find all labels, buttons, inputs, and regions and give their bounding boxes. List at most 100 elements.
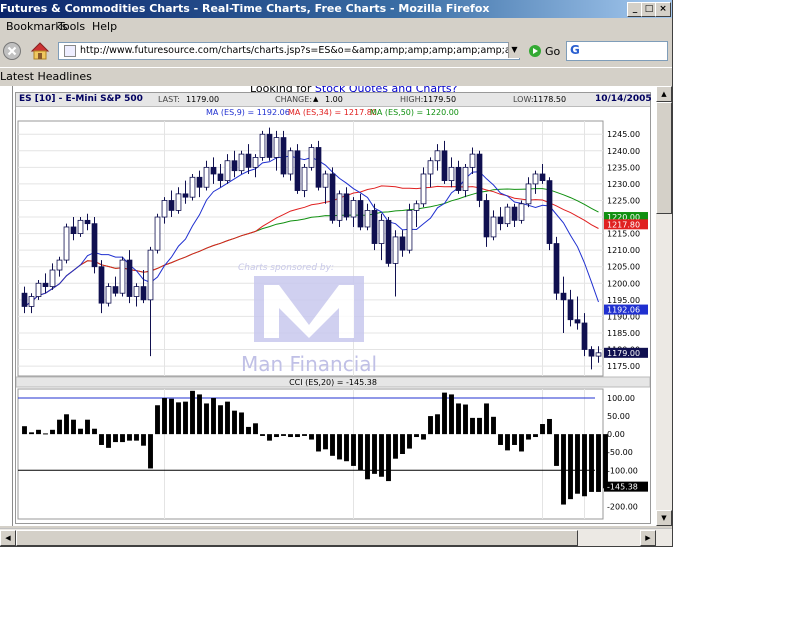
scroll-up-arrow[interactable]: ▲ [656,86,672,102]
candle-body [35,282,42,297]
candle-body [224,160,231,182]
go-button[interactable]: Go [545,45,560,58]
candle-body [476,153,483,201]
cci-plot-frame [17,388,604,520]
cci-bar [141,434,146,446]
cci-bar [484,403,489,435]
candle-body [280,137,287,175]
candlestick [511,203,518,227]
cci-bar [218,405,223,435]
stop-icon[interactable] [2,41,22,61]
horizontal-scrollbar[interactable]: ◀ ▶ [0,528,672,546]
candle-body [420,173,427,205]
cci-bar [36,429,41,435]
candlestick [42,273,49,294]
vertical-scrollbar[interactable]: ▲ ▼ [656,86,672,526]
candle-body [231,160,238,172]
candlestick [392,230,399,297]
candlestick [434,144,441,171]
cci-bar [260,434,265,436]
candlestick [84,213,91,231]
candle-body [196,176,203,188]
cci-bar [386,434,391,482]
candle-body [189,176,196,198]
url-bar[interactable]: http://www.futuresource.com/charts/chart… [58,42,520,60]
candle-body [553,243,560,294]
candlestick [245,144,252,174]
cci-bar [106,434,111,448]
candle-body [427,160,434,175]
cci-bar [43,433,48,435]
cci-bar [232,410,237,435]
cci-tick-label: 0.00 [607,430,625,439]
cci-bar [155,405,160,435]
candle-body [588,349,595,357]
horizontal-scroll-thumb[interactable] [16,530,578,546]
navigation-toolbar: http://www.futuresource.com/charts/chart… [0,37,672,65]
cci-bar [57,419,62,435]
candlestick [476,150,483,208]
go-icon[interactable] [528,44,542,58]
cci-bar [372,434,377,474]
cci-bar [540,424,545,435]
cci-bar [470,417,475,435]
candlestick [308,144,315,171]
cci-tick-label: -200.00 [607,502,638,511]
candlestick [525,177,532,208]
vertical-scroll-thumb[interactable] [656,102,672,214]
menu-help[interactable]: Help [92,18,117,36]
candlestick [322,170,329,204]
google-icon: G [570,43,580,57]
candle-body [119,259,126,294]
candlestick [399,230,406,257]
candle-body [378,219,385,244]
url-dropdown-button[interactable]: ▼ [508,42,520,58]
search-box[interactable]: G [566,41,668,61]
cci-tick-label: -50.00 [607,448,633,457]
cci-last-value-label: -145.38 [607,483,638,492]
candle-body [154,216,161,251]
scroll-right-arrow[interactable]: ▶ [640,530,656,546]
home-icon[interactable] [29,40,51,62]
cci-bar [127,434,132,441]
candle-body [483,200,490,238]
candle-body [392,236,399,264]
candlestick [63,223,70,264]
candle-body [266,133,273,158]
cci-bar [253,423,258,435]
scroll-down-arrow[interactable]: ▼ [656,510,672,526]
cci-bar [22,426,27,435]
candlestick [343,187,350,221]
candle-body [539,173,546,182]
candle-body [413,203,420,211]
candlestick [168,190,175,218]
cci-bar [435,414,440,435]
cci-bar [428,416,433,435]
candle-body [203,166,210,188]
candle-body [252,157,259,168]
candle-body [238,153,245,172]
last-value-tag-label: 1179.00 [607,349,640,358]
cci-bar [442,392,447,435]
page-content: Looking for Stock Quotes and Charts? ES … [0,86,672,526]
cci-bar [92,428,97,435]
candle-body [595,352,602,357]
menu-tools[interactable]: Tools [58,18,85,36]
candlestick [462,164,469,198]
candlestick [574,296,581,330]
candlestick [91,217,98,274]
cci-bar [281,434,286,436]
scroll-left-arrow[interactable]: ◀ [0,530,16,546]
candlestick [210,157,217,184]
cci-bar [246,426,251,435]
candlestick [280,130,287,178]
cci-tick-label: -100.00 [607,466,638,475]
cci-bar [267,434,272,441]
candle-body [84,219,91,225]
close-window-button[interactable]: × [655,2,671,17]
candlestick [378,213,385,261]
candlestick [147,246,154,357]
cci-bar [64,414,69,435]
candlestick [266,127,273,161]
latest-headlines-bookmark[interactable]: Latest Headlines [0,68,92,86]
